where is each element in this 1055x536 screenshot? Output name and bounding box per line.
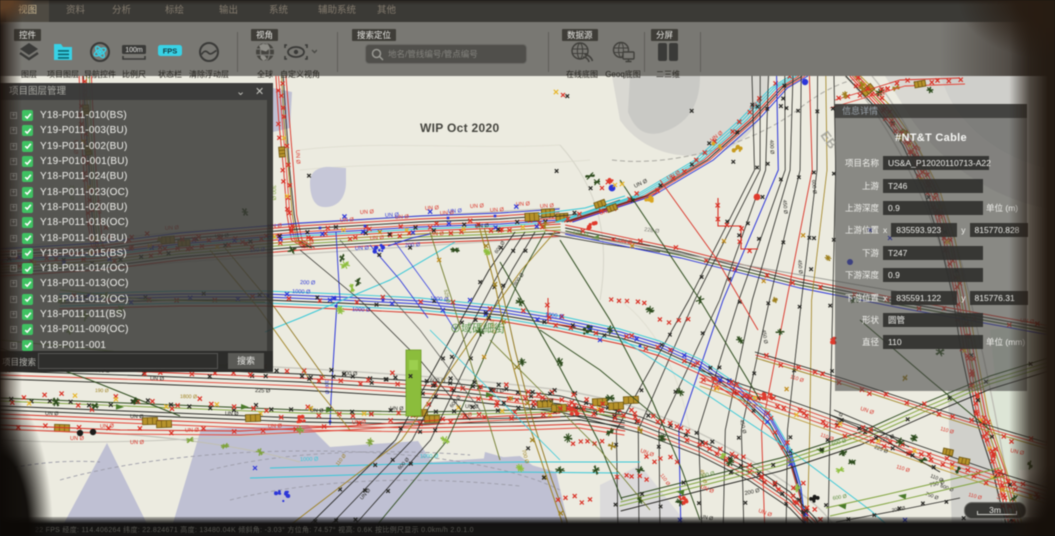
svg-text:UN Ø: UN Ø xyxy=(448,208,463,215)
svg-text:UN Ø: UN Ø xyxy=(540,203,555,210)
svg-text:UN Ø: UN Ø xyxy=(352,419,367,426)
svg-text:200 Ø: 200 Ø xyxy=(405,242,421,249)
svg-text:UN Ø: UN Ø xyxy=(225,411,239,417)
svg-text:UN Ø: UN Ø xyxy=(268,423,283,430)
svg-text:UN Ø: UN Ø xyxy=(370,235,385,242)
svg-text:225 Ø: 225 Ø xyxy=(255,388,271,395)
svg-text:UN Ø: UN Ø xyxy=(300,240,315,247)
svg-text:400 Ø: 400 Ø xyxy=(768,140,775,154)
svg-text:190 Ø: 190 Ø xyxy=(95,388,109,394)
svg-text:UN Ø: UN Ø xyxy=(425,205,440,212)
svg-text:UN Ø: UN Ø xyxy=(150,376,165,383)
svg-text:WIP Oct 2020: WIP Oct 2020 xyxy=(420,121,499,135)
svg-text:1000 Ø: 1000 Ø xyxy=(300,457,319,463)
svg-text:UN Ø: UN Ø xyxy=(390,406,404,412)
svg-text:600 Ø: 600 Ø xyxy=(342,371,358,378)
svg-text:UN Ø: UN Ø xyxy=(45,411,59,417)
svg-text:450 Ø: 450 Ø xyxy=(781,200,788,215)
svg-text:UN Ø: UN Ø xyxy=(340,217,355,224)
svg-text:UN Ø: UN Ø xyxy=(470,203,485,210)
svg-text:UN Ø: UN Ø xyxy=(475,223,490,230)
svg-text:600 Ø: 600 Ø xyxy=(810,180,817,195)
svg-text:1000 Ø: 1000 Ø xyxy=(420,454,439,460)
svg-text:100m: 100m xyxy=(125,47,143,54)
svg-text:UN Ø: UN Ø xyxy=(465,404,479,410)
svg-text:1800 Ø: 1800 Ø xyxy=(180,394,197,400)
svg-text:UN Ø: UN Ø xyxy=(185,427,200,434)
svg-text:UN Ø: UN Ø xyxy=(70,436,85,442)
svg-text:UN Ø: UN Ø xyxy=(130,440,145,446)
svg-text:UN Ø: UN Ø xyxy=(294,150,301,165)
svg-text:UN Ø: UN Ø xyxy=(490,207,505,214)
svg-text:UN Ø: UN Ø xyxy=(310,408,324,414)
svg-text:⊕域碼細街: ⊕域碼細街 xyxy=(450,321,505,335)
svg-text:FPS: FPS xyxy=(163,47,178,56)
svg-text:UN Ø: UN Ø xyxy=(130,414,144,420)
svg-text:UN Ø: UN Ø xyxy=(360,209,375,216)
svg-text:UN Ø: UN Ø xyxy=(100,423,115,430)
svg-text:UN Ø: UN Ø xyxy=(385,212,400,219)
svg-text:UN Ø: UN Ø xyxy=(355,245,370,252)
svg-text:UN Ø: UN Ø xyxy=(458,412,473,419)
svg-text:450 Ø: 450 Ø xyxy=(796,260,803,275)
svg-text:1000 Ø: 1000 Ø xyxy=(292,289,311,296)
svg-text:200 Ø: 200 Ø xyxy=(300,280,316,287)
